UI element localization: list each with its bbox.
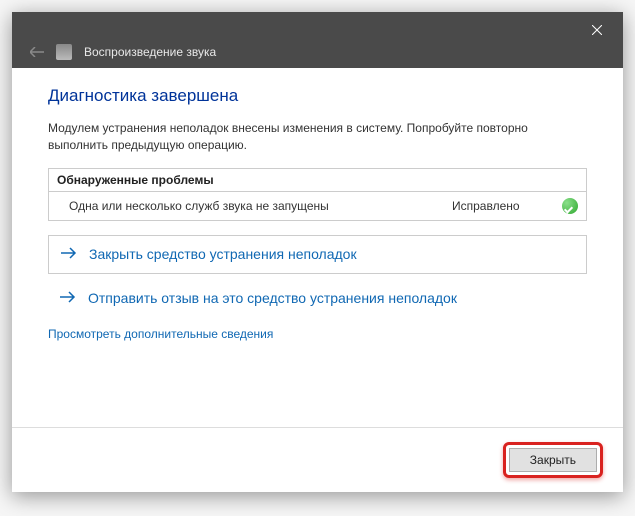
window-close-button[interactable] (577, 18, 617, 42)
window-title: Воспроизведение звука (84, 45, 216, 59)
close-troubleshooter-action[interactable]: Закрыть средство устранения неполадок (48, 235, 587, 274)
close-button-highlight: Закрыть (503, 442, 603, 478)
troubleshooter-window: Воспроизведение звука Диагностика заверш… (12, 12, 623, 492)
content-area: Диагностика завершена Модулем устранения… (12, 68, 623, 427)
check-icon (562, 198, 578, 214)
close-button[interactable]: Закрыть (509, 448, 597, 472)
body-text: Модулем устранения неполадок внесены изм… (48, 120, 587, 154)
sound-icon (56, 44, 72, 60)
send-feedback-label: Отправить отзыв на это средство устранен… (88, 290, 457, 306)
problem-status: Исправлено (452, 199, 562, 213)
footer: Закрыть (12, 427, 623, 492)
back-arrow-icon (30, 44, 44, 60)
problems-box: Обнаруженные проблемы Одна или несколько… (48, 168, 587, 221)
arrow-right-icon (60, 290, 76, 307)
problems-header: Обнаруженные проблемы (49, 169, 586, 192)
close-troubleshooter-label: Закрыть средство устранения неполадок (89, 246, 357, 262)
send-feedback-action[interactable]: Отправить отзыв на это средство устранен… (48, 280, 587, 317)
page-heading: Диагностика завершена (48, 86, 587, 106)
titlebar: Воспроизведение звука (12, 12, 623, 68)
problem-description: Одна или несколько служб звука не запуще… (69, 199, 452, 213)
view-details-link[interactable]: Просмотреть дополнительные сведения (48, 327, 587, 341)
problem-row: Одна или несколько служб звука не запуще… (49, 192, 586, 220)
arrow-right-icon (61, 246, 77, 263)
